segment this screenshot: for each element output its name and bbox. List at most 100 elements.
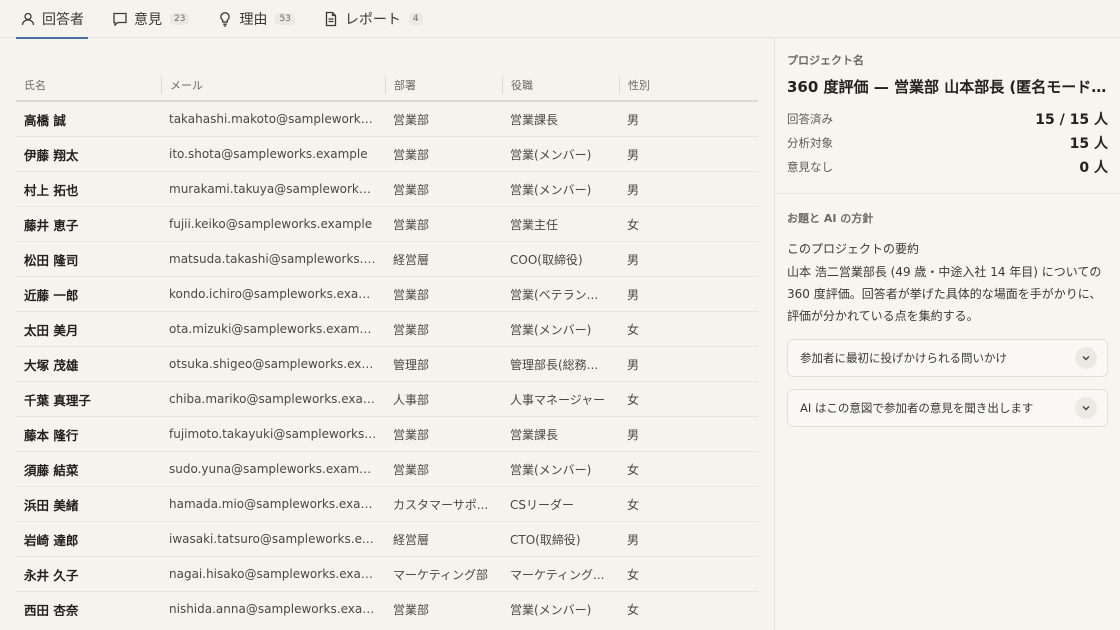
cell-role: 営業課長 [510, 112, 559, 127]
project-summary-section: プロジェクト名 360 度評価 — 営業部 山本部長 (匿名モード... 回答済… [775, 38, 1120, 194]
cell-email: murakami.takuya@sampleworks.example [169, 182, 385, 196]
cell-gender: 女 [627, 567, 640, 582]
cell-email: nagai.hisako@sampleworks.example [169, 567, 385, 581]
cell-role: 営業(メンバー) [510, 602, 592, 617]
tab-reasons[interactable]: 理由 53 [213, 0, 298, 38]
column-header-name[interactable]: 氏名 [16, 76, 161, 94]
cell-department: 営業部 [393, 112, 430, 127]
cell-gender: 女 [627, 602, 640, 617]
table-row[interactable]: 近藤 一郎 kondo.ichiro@sampleworks.example 営業部… [16, 277, 758, 312]
cell-department: 営業部 [393, 602, 430, 617]
cell-name: 藤井 恵子 [24, 217, 79, 233]
stat-label: 回答済み [787, 112, 833, 126]
cell-department: カスタマーサポ... [393, 497, 489, 512]
cell-gender: 男 [627, 287, 640, 302]
cell-name: 高橋 誠 [24, 112, 66, 128]
accordion-ai-intent[interactable]: AI はこの意図で参加者の意見を聞き出します [787, 389, 1108, 427]
cell-role: 営業(メンバー) [510, 147, 592, 162]
cell-email: sudo.yuna@sampleworks.example [169, 462, 378, 476]
tab-bar: 回答者 意見 23 理由 53 レポート 4 [0, 0, 1120, 39]
cell-gender: 男 [627, 182, 640, 197]
cell-role: 営業(ベテラン... [510, 287, 599, 302]
cell-email: fujimoto.takayuki@sampleworks.example [169, 427, 385, 441]
tab-opinions[interactable]: 意見 23 [108, 0, 193, 38]
project-panel: プロジェクト名 360 度評価 — 営業部 山本部長 (匿名モード... 回答済… [774, 38, 1120, 630]
cell-email: fujii.keiko@sampleworks.example [169, 217, 373, 231]
cell-name: 近藤 一郎 [24, 287, 79, 303]
cell-gender: 女 [627, 462, 640, 477]
table-header: 氏名 メール 部署 役職 性別 [16, 70, 758, 102]
cell-department: 経営層 [393, 532, 430, 547]
summary-text: 山本 浩二営業部長 (49 歳・中途入社 14 年目) についての 360 度評… [787, 265, 1102, 323]
cell-email: otsuka.shigeo@sampleworks.example [169, 357, 385, 371]
cell-department: 営業部 [393, 462, 430, 477]
stat-label: 意見なし [787, 160, 833, 174]
cell-gender: 男 [627, 427, 640, 442]
cell-name: 伊藤 翔太 [24, 147, 79, 163]
cell-gender: 男 [627, 112, 640, 127]
cell-department: 営業部 [393, 322, 430, 337]
cell-department: 営業部 [393, 427, 430, 442]
cell-department: マーケティング部 [393, 567, 489, 582]
table-row[interactable]: 伊藤 翔太 ito.shota@sampleworks.example 営業部 営業(… [16, 137, 758, 172]
table-row[interactable]: 須藤 結菜 sudo.yuna@sampleworks.example 営業部 営業(… [16, 452, 758, 487]
stat-value: 0 人 [1079, 160, 1108, 176]
cell-email: ota.mizuki@sampleworks.example [169, 322, 378, 336]
respondent-table: 氏名 メール 部署 役職 性別 高橋 誠 takahashi.makoto@sam… [16, 38, 758, 616]
table-row[interactable]: 浜田 美緒 hamada.mio@sampleworks.example カスタマー… [16, 487, 758, 522]
tab-label: レポート [344, 12, 401, 28]
column-header-email[interactable]: メール [161, 76, 385, 94]
stat-analyzed: 分析対象 15 人 [787, 131, 1108, 155]
cell-department: 営業部 [393, 287, 430, 302]
stat-answered: 回答済み 15 / 15 人 [787, 107, 1108, 131]
stat-label: 分析対象 [787, 136, 833, 150]
table-row[interactable]: 永井 久子 nagai.hisako@sampleworks.example マーケ… [16, 557, 758, 592]
tab-respondents[interactable]: 回答者 [16, 0, 88, 39]
summary-title: このプロジェクトの要約 [787, 242, 920, 256]
tab-label: 回答者 [42, 12, 84, 28]
tab-count-badge: 53 [275, 13, 295, 25]
cell-name: 藤本 隆行 [24, 427, 79, 443]
cell-gender: 男 [627, 357, 640, 372]
accordion-initial-question[interactable]: 参加者に最初に投げかけられる問いかけ [787, 339, 1108, 377]
cell-name: 浜田 美緒 [24, 497, 79, 513]
table-row[interactable]: 松田 隆司 matsuda.takashi@sampleworks.example… [16, 242, 758, 277]
table-row[interactable]: 村上 拓也 murakami.takuya@sampleworks.example… [16, 172, 758, 207]
column-header-role[interactable]: 役職 [502, 76, 619, 94]
table-row[interactable]: 千葉 真理子 chiba.mariko@sampleworks.example 人事… [16, 382, 758, 417]
cell-gender: 女 [627, 322, 640, 337]
table-row[interactable]: 岩崎 達郎 iwasaki.tatsuro@sampleworks.example… [16, 522, 758, 557]
tab-count-badge: 23 [170, 13, 190, 25]
cell-role: マーケティング... [510, 567, 605, 582]
cell-role: 営業(メンバー) [510, 462, 592, 477]
cell-role: 営業主任 [510, 217, 559, 232]
cell-name: 岩崎 達郎 [24, 532, 79, 548]
table-row[interactable]: 大塚 茂雄 otsuka.shigeo@sampleworks.example 管理… [16, 347, 758, 382]
cell-role: CTO(取締役) [510, 532, 581, 547]
cell-department: 管理部 [393, 357, 430, 372]
cell-role: 営業(メンバー) [510, 322, 592, 337]
cell-gender: 女 [627, 392, 640, 407]
column-header-gender[interactable]: 性別 [619, 76, 758, 94]
tab-reports[interactable]: レポート 4 [319, 0, 427, 38]
cell-name: 須藤 結菜 [24, 462, 79, 478]
table-row[interactable]: 藤井 恵子 fujii.keiko@sampleworks.example 営業部 営… [16, 207, 758, 242]
column-header-department[interactable]: 部署 [385, 76, 502, 94]
table-row[interactable]: 太田 美月 ota.mizuki@sampleworks.example 営業部 営業… [16, 312, 758, 347]
policy-label: お題と AI の方針 [787, 212, 874, 225]
table-row[interactable]: 藤本 隆行 fujimoto.takayuki@sampleworks.examp… [16, 417, 758, 452]
cell-email: iwasaki.tatsuro@sampleworks.example [169, 532, 385, 546]
cell-role: COO(取締役) [510, 252, 583, 267]
cell-name: 大塚 茂雄 [24, 357, 79, 373]
cell-name: 村上 拓也 [24, 182, 79, 198]
cell-gender: 男 [627, 252, 640, 267]
document-icon [323, 11, 339, 27]
table-body: 高橋 誠 takahashi.makoto@sampleworks.example… [16, 102, 758, 616]
chevron-down-icon[interactable] [1075, 347, 1097, 369]
cell-email: ito.shota@sampleworks.example [169, 147, 368, 161]
cell-department: 経営層 [393, 252, 430, 267]
table-row[interactable]: 西田 杏奈 nishida.anna@sampleworks.example 営業部… [16, 592, 758, 616]
chevron-down-icon[interactable] [1075, 397, 1097, 419]
table-row[interactable]: 高橋 誠 takahashi.makoto@sampleworks.example… [16, 102, 758, 137]
cell-email: matsuda.takashi@sampleworks.example [169, 252, 385, 266]
